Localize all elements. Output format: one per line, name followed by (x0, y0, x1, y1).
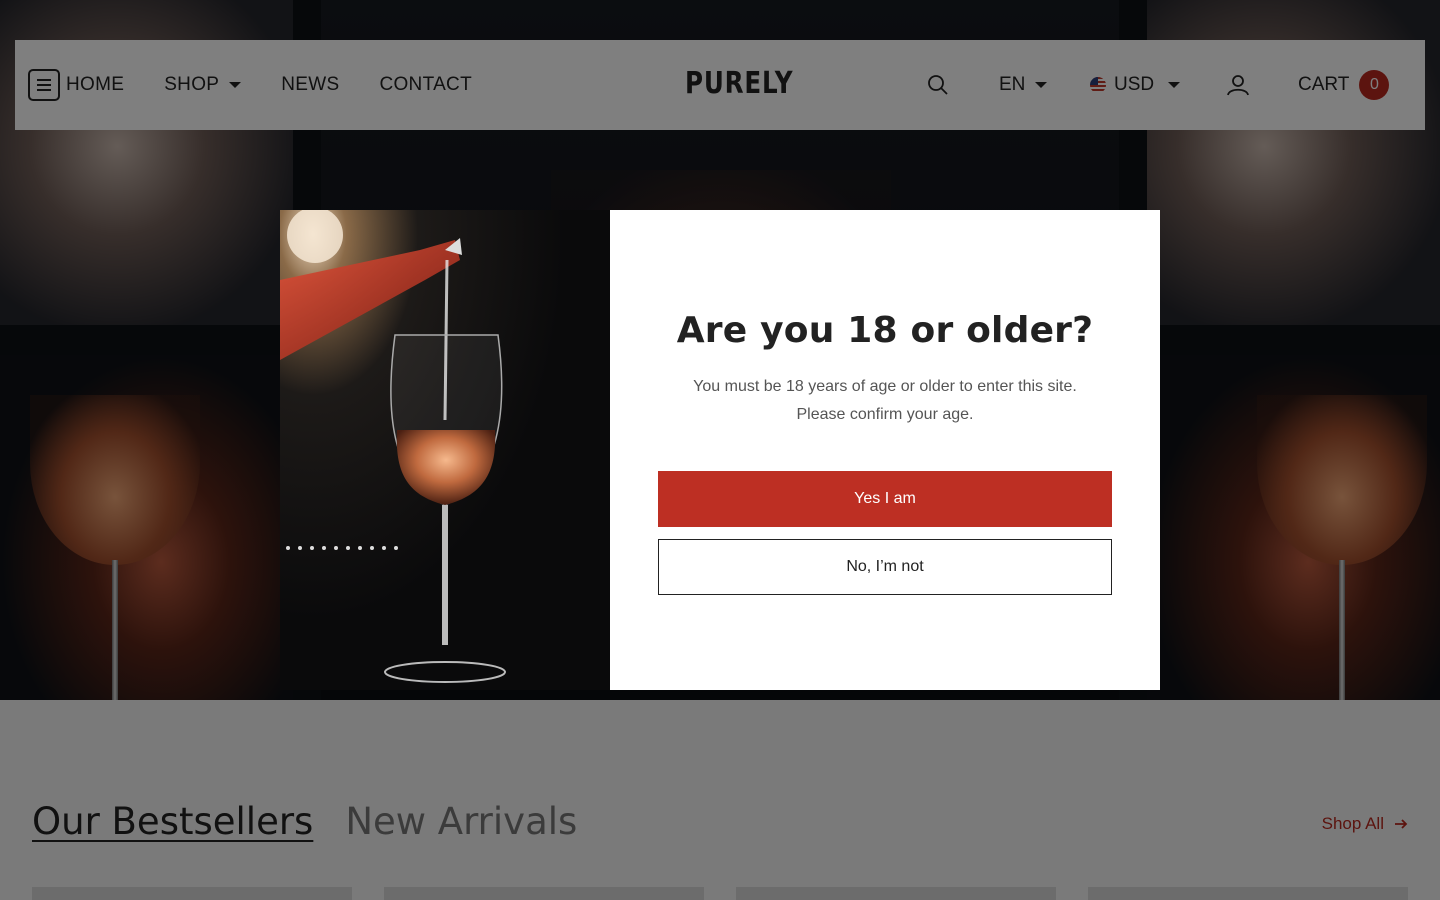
deny-age-button[interactable]: No, I’m not (658, 539, 1112, 595)
wine-glass-illustration (280, 210, 506, 683)
modal-text-line-2: Please confirm your age. (796, 406, 974, 423)
modal-description: You must be 18 years of age or older to … (693, 373, 1077, 429)
wine-pour-image (280, 210, 610, 690)
modal-title: Are you 18 or older? (676, 310, 1094, 351)
age-verification-modal: Are you 18 or older? You must be 18 year… (280, 210, 1160, 690)
modal-text-line-1: You must be 18 years of age or older to … (693, 378, 1077, 395)
confirm-age-button[interactable]: Yes I am (658, 471, 1112, 527)
age-modal-content: Are you 18 or older? You must be 18 year… (610, 210, 1160, 690)
